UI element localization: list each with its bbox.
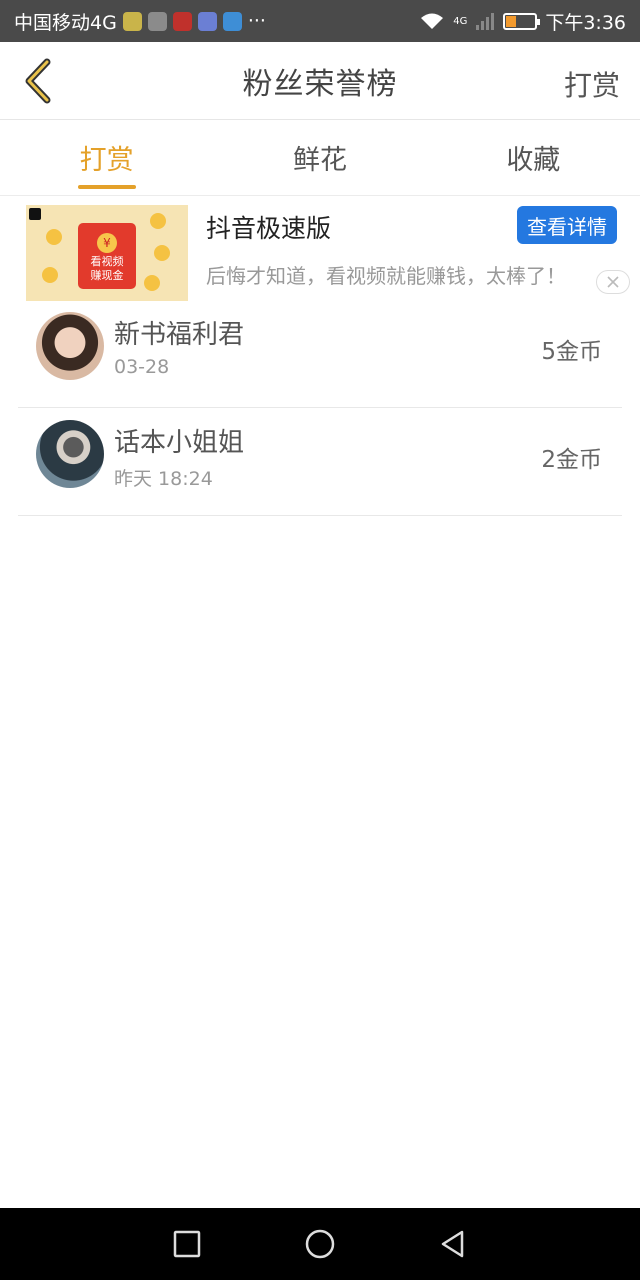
ad-close-button[interactable] [596,270,630,294]
recent-apps-button[interactable] [167,1224,207,1264]
fan-list: 新书福利君 03-28 5金币 话本小姐姐 昨天 18:24 2金币 [0,300,640,516]
network-type: 4G [453,15,468,27]
avatar[interactable] [36,420,104,488]
back-button[interactable] [14,56,62,106]
square-icon [173,1230,200,1258]
list-item[interactable]: 新书福利君 03-28 5金币 [18,300,622,408]
ad-image[interactable]: ¥ 看视频 赚现金 [26,205,188,301]
back-arrow-icon [25,58,51,104]
status-bar: 中国移动4G ··· 4G 下午3:36 [0,0,640,42]
more-notifications-icon: ··· [247,10,266,32]
bird-icon [222,11,242,31]
tab-flowers[interactable]: 鲜花 [213,120,426,195]
fan-name: 新书福利君 [114,320,245,350]
fan-name: 话本小姐姐 [114,428,245,458]
home-button[interactable] [300,1224,340,1264]
fan-date: 昨天 18:24 [114,468,213,490]
ad-banner[interactable]: ¥ 看视频 赚现金 抖音极速版 查看详情 后悔才知道，看视频就能赚钱，太棒了！ [0,203,640,301]
signal-icon [476,13,495,30]
page-title: 粉丝荣誉榜 [242,66,398,102]
clock: 下午3:36 [545,11,626,34]
fan-amount: 2金币 [541,447,602,473]
header: 粉丝荣誉榜 打赏 [0,42,640,120]
wifi-icon [421,13,444,29]
ad-seal: ¥ [97,233,117,253]
ad-image-text-2: 赚现金 [90,269,124,282]
douyin-logo [29,208,41,220]
status-left: 中国移动4G ··· [14,8,419,35]
music-icon [197,11,217,31]
fan-date: 03-28 [114,356,170,378]
nav-back-button[interactable] [433,1224,473,1264]
battery-icon [503,12,541,30]
qq-icon [122,11,142,31]
close-icon [607,276,619,288]
status-right: 4G 下午3:36 [419,8,626,35]
ad-details-button[interactable]: 查看详情 [517,206,617,244]
ad-description: 后悔才知道，看视频就能赚钱，太棒了！ [206,264,566,288]
triangle-back-icon [442,1230,464,1258]
tab-reward[interactable]: 打赏 [0,120,213,195]
fan-amount: 5金币 [541,339,602,365]
ad-title: 抖音极速版 [206,214,332,243]
tab-bar: 打赏 鲜花 收藏 [0,120,640,196]
reward-button[interactable]: 打赏 [564,64,620,104]
circle-icon [305,1229,335,1259]
carrier-text: 中国移动4G [14,11,117,34]
book-icon [172,11,192,31]
red-envelope-icon: ¥ 看视频 赚现金 [78,223,136,289]
navigation-bar [0,1208,640,1280]
list-item[interactable]: 话本小姐姐 昨天 18:24 2金币 [18,408,622,516]
ad-image-text-1: 看视频 [90,255,124,268]
wechat-icon [147,11,167,31]
avatar[interactable] [36,312,104,380]
tab-favorites[interactable]: 收藏 [427,120,640,195]
